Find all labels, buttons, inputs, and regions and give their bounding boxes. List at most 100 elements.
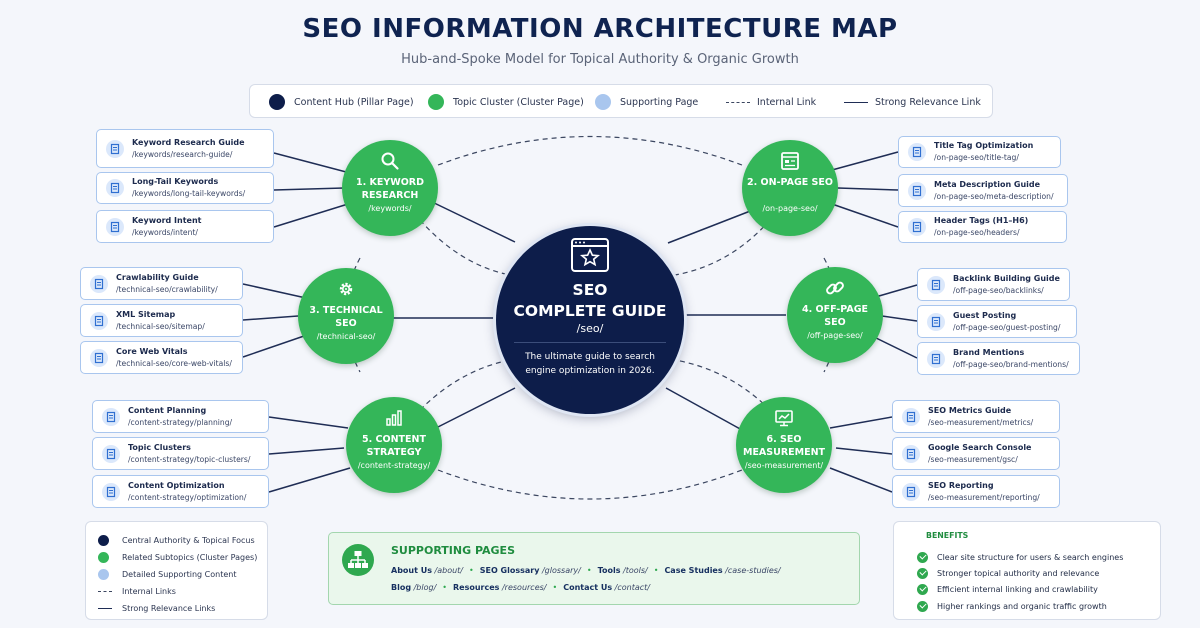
link-hub1-sub2 — [273, 187, 345, 191]
hub-keyword-research[interactable]: 1. KEYWORD RESEARCH /keywords/ — [342, 140, 438, 236]
sub-slug: /seo-measurement/metrics/ — [928, 417, 1034, 427]
document-icon — [106, 217, 124, 236]
supporting-page-card[interactable]: Content Optimization/content-strategy/op… — [92, 475, 269, 508]
hub-on-page-seo[interactable]: 2. ON-PAGE SEO /on-page-seo/ — [742, 140, 838, 236]
document-icon — [908, 143, 926, 161]
document-icon — [106, 139, 124, 158]
document-icon — [902, 482, 920, 501]
page-layout-icon — [781, 152, 799, 170]
key-internal: Internal Links — [98, 585, 176, 597]
sub-label: Content Optimization — [128, 480, 225, 490]
sub-label: SEO Metrics Guide — [928, 405, 1012, 415]
benefit-text: Stronger topical authority and relevance — [937, 568, 1100, 578]
sub-slug: /keywords/intent/ — [132, 227, 198, 237]
benefits-title: BENEFITS — [926, 531, 969, 540]
center-pillar-node[interactable]: SEO COMPLETE GUIDE /seo/ The ultimate gu… — [496, 226, 684, 414]
support-link-about[interactable]: About Us /about/ — [391, 566, 463, 575]
hub-content-strategy[interactable]: 5. CONTENT STRATEGY /content-strategy/ — [346, 397, 442, 493]
support-link-contact[interactable]: Contact Us /contact/ — [563, 583, 650, 592]
document-icon — [908, 181, 926, 200]
navy-dot-icon — [98, 534, 109, 546]
supporting-page-card[interactable]: Long-Tail Keywords/keywords/long-tail-ke… — [96, 172, 274, 204]
sub-label: Meta Description Guide — [934, 179, 1041, 189]
sub-label: Google Search Console — [928, 442, 1032, 452]
link-center-hub2 — [667, 207, 759, 244]
benefit-item: Higher rankings and organic traffic grow… — [917, 600, 1107, 612]
benefit-text: Clear site structure for users & search … — [937, 552, 1124, 562]
sub-label: Brand Mentions — [953, 347, 1025, 357]
link-hub1-sub1 — [273, 152, 351, 174]
supporting-links-row-2: Blog /blog/ • Resources /resources/ • Contac… — [391, 583, 650, 592]
dashed-curve-ne — [674, 219, 771, 276]
supporting-page-card[interactable]: SEO Reporting/seo-measurement/reporting/ — [892, 475, 1060, 508]
document-icon — [90, 274, 108, 293]
supporting-links-row-1: About Us /about/ • SEO Glossary /glossary/… — [391, 566, 781, 575]
support-link-resources[interactable]: Resources /resources/ — [453, 583, 546, 592]
bullet-separator: • — [653, 566, 659, 575]
document-icon — [106, 179, 124, 197]
support-link-tools[interactable]: Tools /tools/ — [598, 566, 648, 575]
benefit-item: Efficient internal linking and crawlabil… — [917, 583, 1098, 595]
sub-slug: /on-page-seo/title-tag/ — [934, 153, 1019, 162]
key-internal-label: Internal Links — [122, 586, 176, 596]
sub-slug: /seo-measurement/reporting/ — [928, 492, 1040, 502]
hub-slug: /seo-measurement/ — [744, 461, 824, 470]
supporting-page-card[interactable]: Topic Clusters/content-strategy/topic-cl… — [92, 437, 269, 470]
supporting-page-card[interactable]: Keyword Research Guide/keywords/research… — [96, 129, 274, 168]
key-central-label: Central Authority & Topical Focus — [122, 535, 255, 545]
support-link-slug: /case-studies/ — [725, 566, 781, 575]
center-title: SEO COMPLETE GUIDE — [496, 280, 684, 322]
hub-off-page-seo[interactable]: 4. OFF-PAGE SEO /off-page-seo/ — [787, 267, 883, 363]
supporting-page-card[interactable]: Title Tag Optimization/on-page-seo/title… — [898, 136, 1061, 168]
dashed-arc-bottom — [437, 469, 743, 500]
support-link-slug: /about/ — [434, 566, 464, 575]
link-hub5-sub2 — [268, 447, 345, 455]
hub-title: 1. KEYWORD RESEARCH — [355, 177, 424, 201]
support-link-slug: /tools/ — [623, 566, 648, 575]
hub-technical-seo[interactable]: 3. TECHNICAL SEO /technical-seo/ — [298, 268, 394, 364]
link-hub1-sub3 — [273, 203, 349, 228]
link-hub6-sub2 — [835, 447, 893, 455]
supporting-page-card[interactable]: Google Search Console/seo-measurement/gs… — [892, 437, 1060, 470]
supporting-page-card[interactable]: Brand Mentions/off-page-seo/brand-mentio… — [917, 342, 1080, 375]
hub-slug: /keywords/ — [368, 204, 412, 213]
supporting-page-card[interactable]: SEO Metrics Guide/seo-measurement/metric… — [892, 400, 1060, 433]
benefit-text: Efficient internal linking and crawlabil… — [937, 584, 1098, 594]
supporting-page-card[interactable]: XML Sitemap/technical-seo/sitemap/ — [80, 304, 243, 337]
benefit-text: Higher rankings and organic traffic grow… — [937, 601, 1107, 611]
supporting-page-card[interactable]: Meta Description Guide/on-page-seo/meta-… — [898, 174, 1068, 207]
center-slug: /seo/ — [576, 322, 604, 335]
link-center-hub1 — [427, 199, 516, 243]
document-icon — [927, 312, 945, 331]
sub-slug: /technical-seo/sitemap/ — [116, 321, 205, 331]
supporting-page-card[interactable]: Core Web Vitals/technical-seo/core-web-v… — [80, 341, 243, 374]
sub-label: Core Web Vitals — [116, 346, 188, 356]
link-hub3-sub3 — [242, 335, 305, 358]
support-link-blog[interactable]: Blog /blog/ — [391, 583, 436, 592]
sitemap-icon — [342, 544, 374, 576]
benefits-box: BENEFITS Clear site structure for users … — [893, 521, 1161, 620]
sub-label: Header Tags (H1–H6) — [934, 216, 1029, 225]
monitor-chart-icon — [775, 410, 793, 427]
dashed-curve-sw — [419, 359, 511, 411]
key-central: Central Authority & Topical Focus — [98, 534, 255, 546]
hub-title: 3. TECHNICAL SEO — [309, 305, 383, 329]
support-link-case-studies[interactable]: Case Studies /case-studies/ — [664, 566, 780, 575]
link-center-hub5 — [431, 387, 516, 431]
sub-slug: /content-strategy/topic-clusters/ — [128, 454, 251, 464]
supporting-page-card[interactable]: Crawlability Guide/technical-seo/crawlab… — [80, 267, 243, 300]
supporting-page-card[interactable]: Content Planning/content-strategy/planni… — [92, 400, 269, 433]
support-link-slug: /glossary/ — [541, 566, 581, 575]
link-hub4-sub2 — [881, 315, 918, 322]
check-icon — [917, 583, 928, 595]
support-link-glossary[interactable]: SEO Glossary /glossary/ — [480, 566, 581, 575]
supporting-page-card[interactable]: Keyword Intent/keywords/intent/ — [96, 210, 274, 243]
supporting-page-card[interactable]: Guest Posting/off-page-seo/guest-posting… — [917, 305, 1077, 338]
browser-star-icon — [571, 238, 609, 272]
hub-title: 2. ON-PAGE SEO — [747, 177, 833, 188]
supporting-page-card[interactable]: Header Tags (H1–H6) /on-page-seo/headers/ — [898, 211, 1067, 243]
supporting-page-card[interactable]: Backlink Building Guide/off-page-seo/bac… — [917, 268, 1070, 301]
support-link-slug: /contact/ — [614, 583, 650, 592]
hub-seo-measurement[interactable]: 6. SEO MEASUREMENT /seo-measurement/ — [736, 397, 832, 493]
center-title-line1: SEO — [572, 281, 608, 299]
